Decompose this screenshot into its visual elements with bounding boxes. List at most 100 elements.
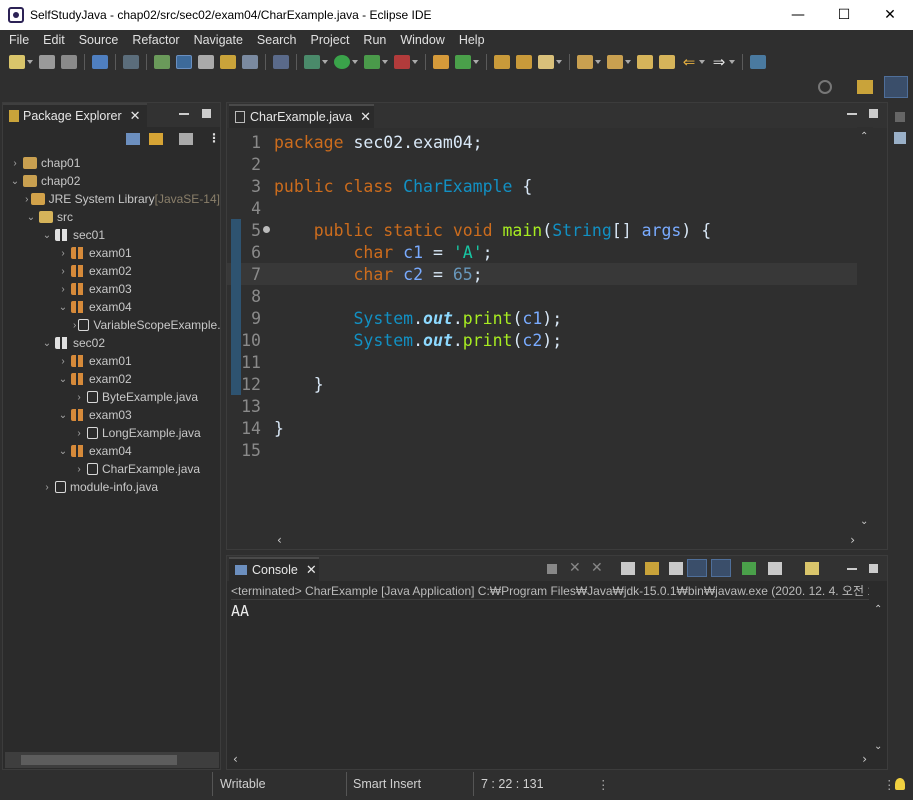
collapsed-chevron-icon[interactable]: › (25, 194, 29, 205)
tree-item[interactable]: ⌄ exam02 (3, 370, 220, 388)
new-class-dropdown-icon[interactable] (473, 60, 479, 64)
external-dropdown-icon[interactable] (382, 60, 388, 64)
tab-charexample-java[interactable]: CharExample.java ✕ (229, 104, 374, 128)
tree-item[interactable]: › chap01 (3, 154, 220, 172)
close-icon[interactable]: ✕ (130, 109, 141, 124)
minimize-button[interactable]: — (775, 0, 821, 30)
tree-item[interactable]: › LongExample.java (3, 424, 220, 442)
clear-console-icon[interactable] (621, 562, 635, 575)
collapsed-chevron-icon[interactable]: › (73, 428, 85, 439)
collapsed-chevron-icon[interactable]: › (57, 266, 69, 277)
scroll-left-icon[interactable]: ‹ (233, 752, 238, 766)
tree-item[interactable]: › VariableScopeExample.java (3, 316, 220, 334)
view-menu-icon[interactable]: ⋮ (208, 131, 220, 145)
minimize-view-icon[interactable] (847, 568, 857, 570)
collapsed-chevron-icon[interactable]: › (57, 248, 69, 259)
new-java-project-icon[interactable] (433, 55, 449, 69)
maximize-button[interactable]: ☐ (821, 0, 867, 30)
tree-item[interactable]: › exam01 (3, 244, 220, 262)
new-icon[interactable] (9, 55, 25, 69)
menu-source[interactable]: Source (72, 33, 126, 47)
focus-icon[interactable] (179, 133, 193, 145)
previous-edit-icon[interactable] (607, 55, 623, 69)
debug-icon[interactable] (304, 55, 320, 69)
java-perspective-icon[interactable] (884, 76, 908, 98)
editor-vscrollbar[interactable]: ⌃ ⌄ (857, 127, 873, 535)
forward-dropdown-icon[interactable] (729, 60, 735, 64)
scroll-left-icon[interactable]: ‹ (277, 533, 282, 547)
status-drag-handle-icon[interactable]: ⋮ (883, 774, 896, 794)
tree-item[interactable]: ⌄ src (3, 208, 220, 226)
scroll-up-icon[interactable]: ⌃ (874, 604, 882, 615)
new-class-icon[interactable] (455, 55, 471, 69)
forward-arrow-icon[interactable]: ⇒ (711, 55, 727, 70)
collapsed-chevron-icon[interactable]: › (41, 482, 53, 493)
collapsed-chevron-icon[interactable]: › (9, 158, 21, 169)
expanded-chevron-icon[interactable]: ⌄ (41, 338, 53, 349)
package-hscrollbar-thumb[interactable] (21, 755, 177, 765)
editor-hscrollbar[interactable]: ‹ › (273, 533, 859, 549)
pin-console-icon[interactable] (742, 562, 756, 575)
tree-item[interactable]: ⌄ exam04 (3, 442, 220, 460)
open-type-icon[interactable] (154, 55, 170, 69)
outline-icon[interactable] (894, 132, 906, 144)
expanded-chevron-icon[interactable]: ⌄ (41, 230, 53, 241)
console-hscrollbar[interactable]: ‹ › (227, 752, 871, 768)
menu-run[interactable]: Run (356, 33, 393, 47)
block-selection-icon[interactable] (242, 55, 258, 69)
scroll-right-icon[interactable]: › (850, 533, 855, 547)
scroll-lock-icon[interactable] (645, 562, 659, 575)
collapsed-chevron-icon[interactable]: › (73, 392, 85, 403)
tree-item[interactable]: ⌄ exam03 (3, 406, 220, 424)
next-edit-icon[interactable] (577, 55, 593, 69)
previous-dropdown-icon[interactable] (625, 60, 631, 64)
tree-item[interactable]: › ByteExample.java (3, 388, 220, 406)
search-icon[interactable] (818, 80, 832, 94)
search-icon[interactable] (198, 55, 214, 69)
last-edit-icon[interactable] (637, 55, 653, 69)
console-vscrollbar[interactable]: ⌃ ⌄ (871, 602, 887, 754)
menu-help[interactable]: Help (452, 33, 492, 47)
run-icon[interactable] (334, 55, 350, 69)
expanded-chevron-icon[interactable]: ⌄ (57, 302, 69, 313)
tree-item[interactable]: ⌄ chap02 (3, 172, 220, 190)
tab-console[interactable]: Console ✕ (229, 557, 319, 581)
tree-item[interactable]: › CharExample.java (3, 460, 220, 478)
open-folder-icon[interactable] (494, 55, 510, 69)
collapsed-chevron-icon[interactable]: › (57, 284, 69, 295)
minimize-view-icon[interactable] (847, 113, 857, 115)
menu-window[interactable]: Window (393, 33, 451, 47)
tree-item[interactable]: ⌄ sec01 (3, 226, 220, 244)
tree-item[interactable]: › module-info.java (3, 478, 220, 496)
close-window-button[interactable]: ✕ (867, 0, 913, 30)
forward-edit-icon[interactable] (659, 55, 675, 69)
open-perspective-icon[interactable] (857, 80, 873, 94)
show-whitespace-icon[interactable] (273, 55, 289, 69)
pin-editor-icon[interactable] (750, 55, 766, 69)
tree-item[interactable]: ⌄ sec02 (3, 334, 220, 352)
menu-project[interactable]: Project (304, 33, 357, 47)
display-console-icon[interactable] (768, 562, 782, 575)
restore-icon[interactable] (895, 112, 905, 122)
close-icon[interactable]: ✕ (306, 563, 317, 578)
maximize-view-icon[interactable] (869, 564, 878, 573)
save-icon[interactable] (39, 55, 55, 69)
status-drag-handle-icon[interactable]: ⋮ (597, 774, 610, 794)
tree-item[interactable]: › exam03 (3, 280, 220, 298)
remove-all-terminated-icon[interactable]: ✕ (591, 560, 603, 576)
show-on-stdout-icon[interactable] (687, 559, 707, 577)
collapsed-chevron-icon[interactable]: › (57, 356, 69, 367)
open-console-icon[interactable] (805, 562, 819, 575)
code-editor[interactable]: 1 package sec02.exam04; 2 3 public class Cha… (227, 128, 859, 532)
coverage-dropdown-icon[interactable] (412, 60, 418, 64)
expanded-chevron-icon[interactable]: ⌄ (9, 176, 21, 187)
tab-package-explorer[interactable]: Package Explorer ✕ (3, 103, 147, 127)
show-on-stderr-icon[interactable] (711, 559, 731, 577)
menu-file[interactable]: File (2, 33, 36, 47)
menu-search[interactable]: Search (250, 33, 304, 47)
menu-navigate[interactable]: Navigate (187, 33, 250, 47)
menu-edit[interactable]: Edit (36, 33, 72, 47)
expanded-chevron-icon[interactable]: ⌄ (57, 410, 69, 421)
scroll-up-icon[interactable]: ⌃ (860, 131, 868, 142)
back-dropdown-icon[interactable] (699, 60, 705, 64)
